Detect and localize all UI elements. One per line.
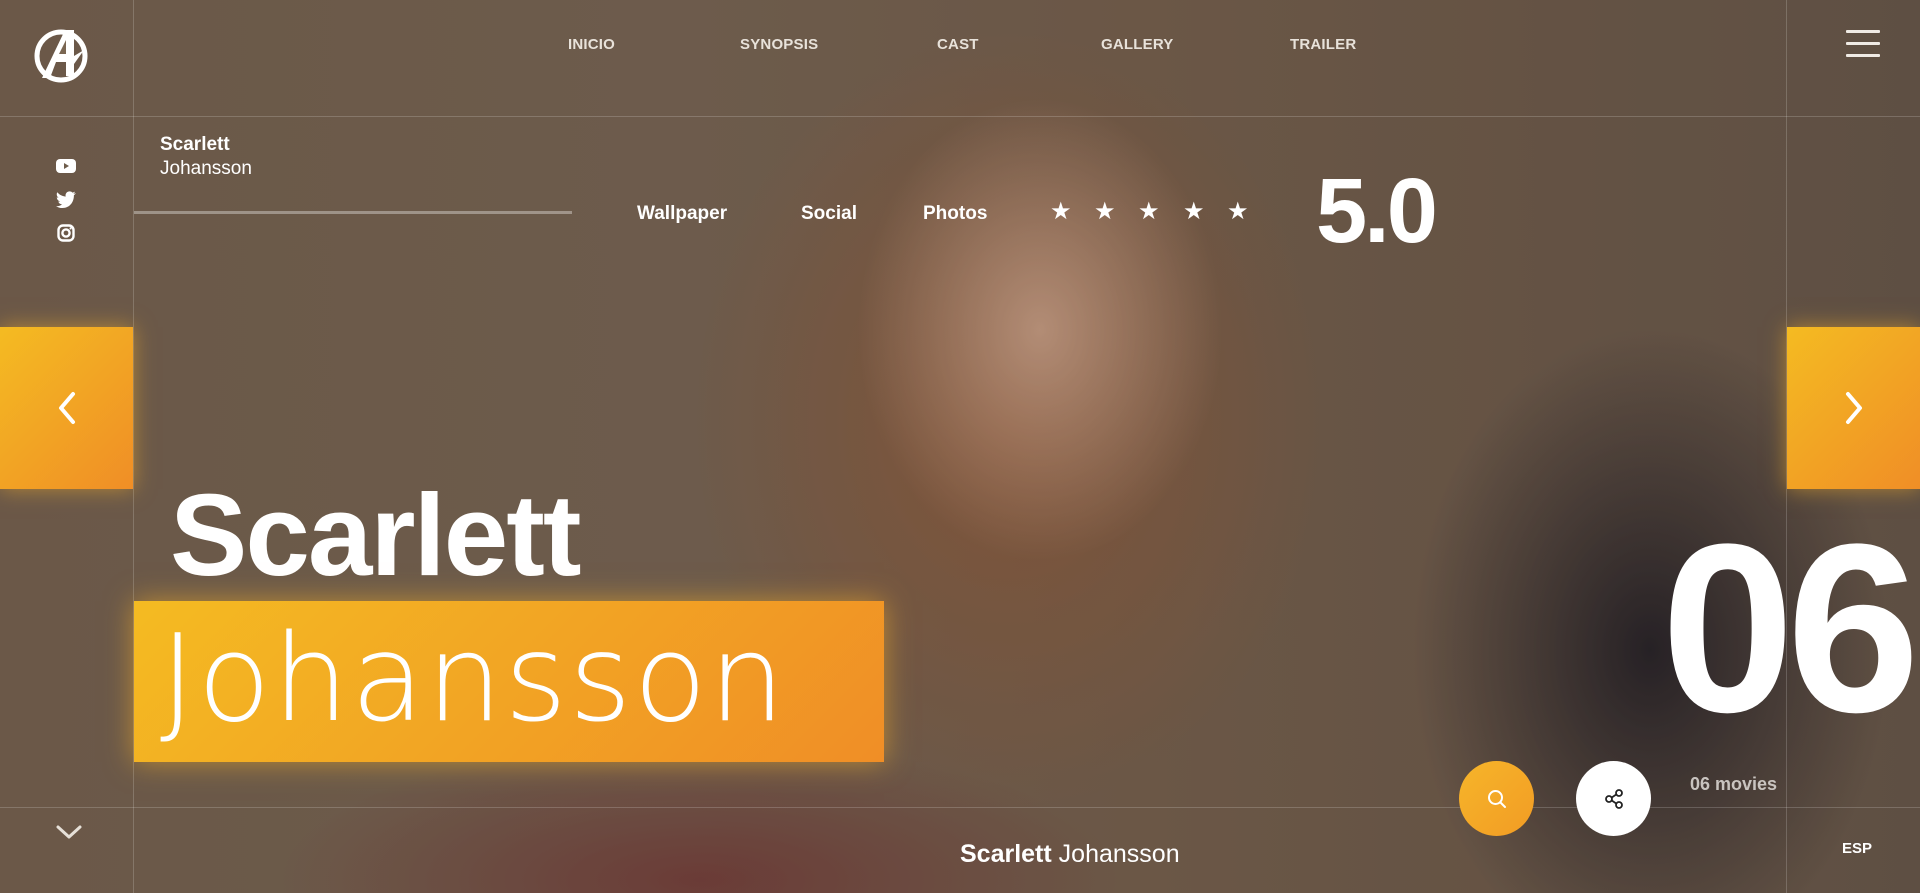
- star-icon: ★: [1227, 198, 1249, 225]
- language-switch[interactable]: ESP: [1842, 840, 1872, 857]
- star-icon: ★: [1050, 198, 1072, 225]
- footer-actor-name: Scarlett Johansson: [960, 840, 1180, 869]
- subnav-item-photos[interactable]: Photos: [923, 203, 987, 225]
- actor-last-name: Johansson: [160, 158, 252, 179]
- chevron-down-icon[interactable]: [55, 822, 83, 842]
- twitter-icon[interactable]: [55, 188, 77, 210]
- hamburger-menu-icon[interactable]: [1846, 28, 1880, 58]
- movies-count-label: 06 movies: [1690, 774, 1778, 794]
- hero-first-name: Scarlett: [170, 470, 582, 600]
- divider: [134, 211, 572, 214]
- star-icon: ★: [1094, 198, 1116, 225]
- nav-item-cast[interactable]: CAST: [937, 36, 979, 53]
- instagram-icon[interactable]: [55, 222, 77, 244]
- hero-last-name: Johansson: [160, 610, 787, 749]
- actor-name-small: Scarlett Johansson: [160, 133, 252, 181]
- chevron-left-icon: [58, 392, 75, 424]
- nav-item-gallery[interactable]: GALLERY: [1101, 36, 1174, 53]
- grid-line: [0, 116, 1920, 117]
- youtube-icon[interactable]: [55, 155, 77, 177]
- chevron-right-icon: [1845, 392, 1862, 424]
- star-icon: ★: [1183, 198, 1205, 225]
- nav-item-inicio[interactable]: INICIO: [568, 36, 615, 53]
- rating-value: 5.0: [1316, 160, 1438, 262]
- previous-button[interactable]: [0, 327, 133, 489]
- subnav-item-wallpaper[interactable]: Wallpaper: [637, 203, 727, 225]
- footer-first-name: Scarlett: [960, 840, 1059, 868]
- share-button[interactable]: [1576, 761, 1651, 836]
- next-button[interactable]: [1787, 327, 1920, 489]
- nav-item-synopsis[interactable]: SYNOPSIS: [740, 36, 818, 53]
- star-icon: ★: [1138, 198, 1160, 225]
- share-icon: [1604, 788, 1623, 809]
- main-nav: INICIO SYNOPSIS CAST GALLERY TRAILER: [0, 36, 1920, 56]
- search-button[interactable]: [1459, 761, 1534, 836]
- nav-item-trailer[interactable]: TRAILER: [1290, 36, 1356, 53]
- actor-first-name: Scarlett: [160, 134, 230, 155]
- movie-count-number: 06: [1661, 494, 1920, 762]
- search-icon: [1487, 789, 1506, 808]
- subnav-item-social[interactable]: Social: [801, 203, 857, 225]
- footer-last-name: Johansson: [1058, 840, 1180, 868]
